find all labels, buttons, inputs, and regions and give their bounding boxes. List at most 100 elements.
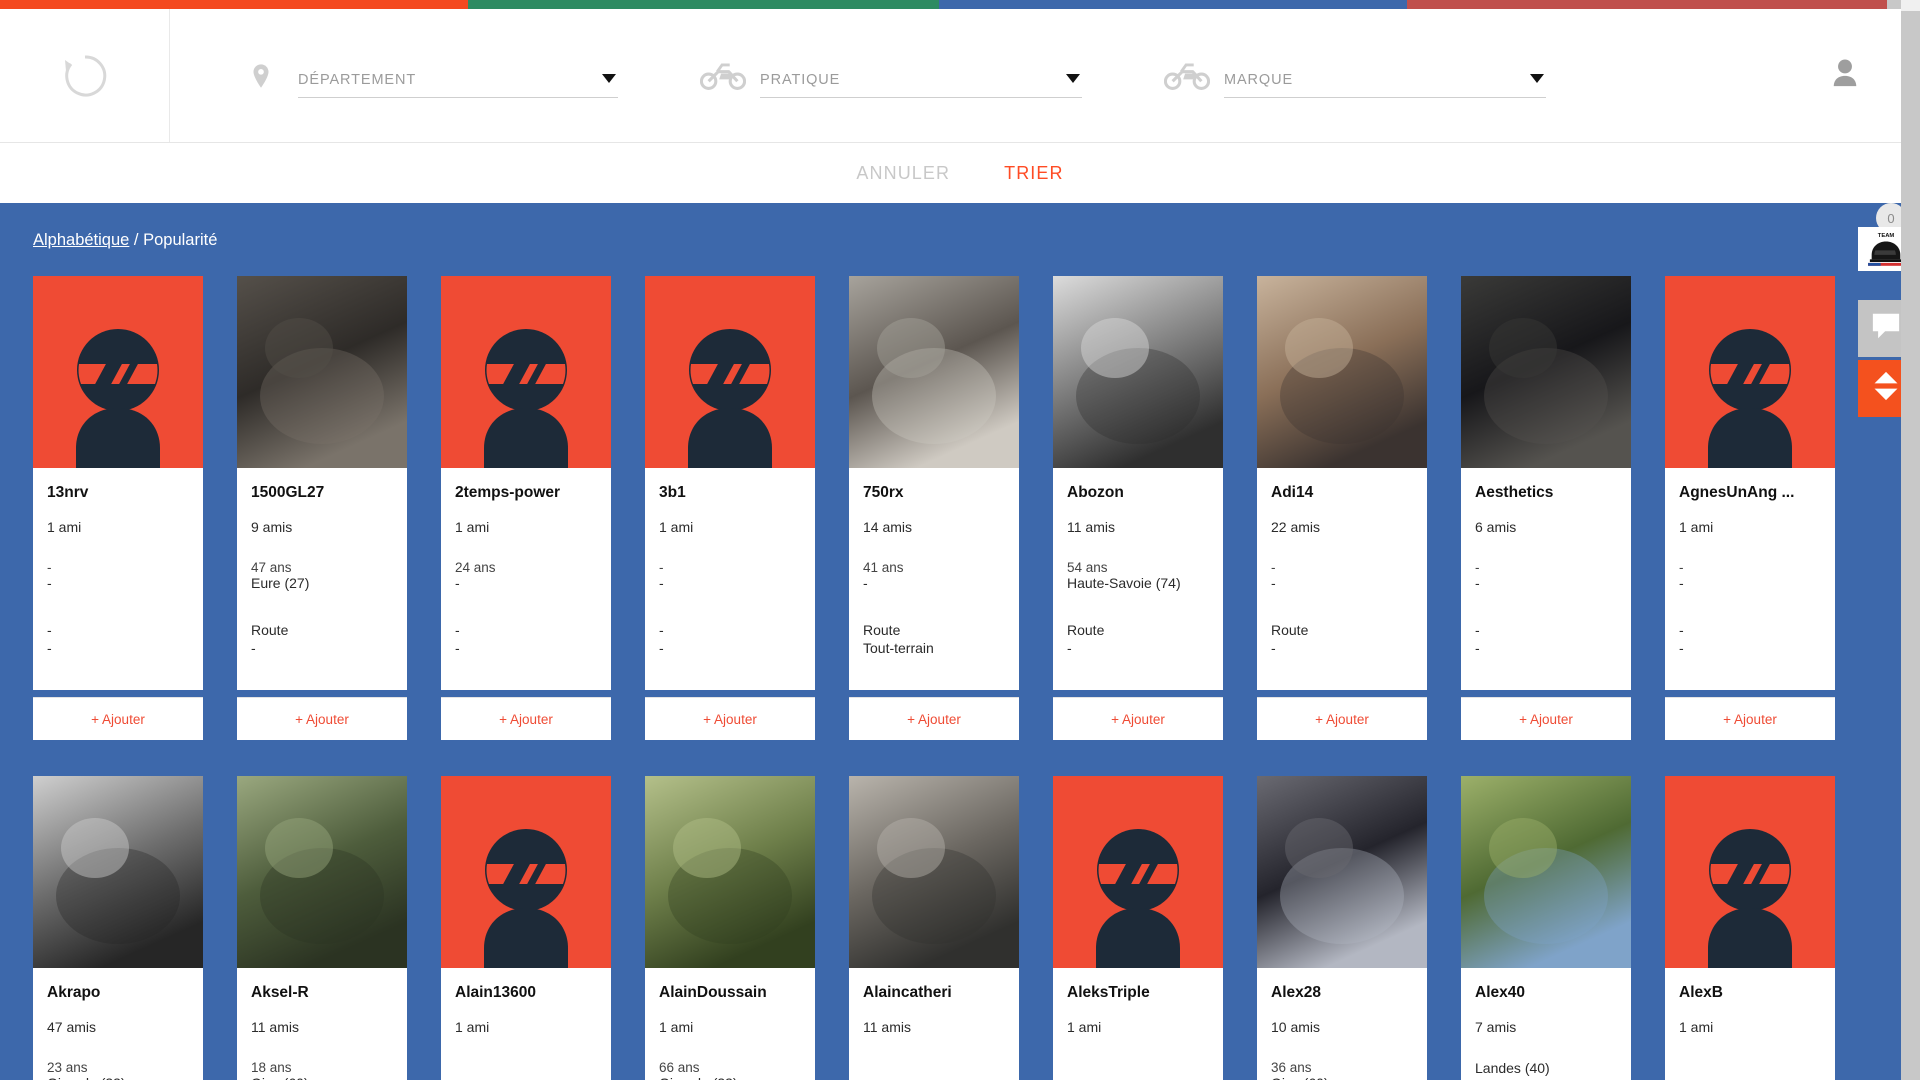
member-info: Akrapo 47 amis 23 ans Gironde (33) [33, 968, 203, 1080]
member-location-block: 47 ans Eure (27) [251, 560, 393, 622]
members-grid: 13nrv 1 ami - - - - + Ajouter 1500GL27 9… [0, 250, 1920, 1080]
member-location-block: 24 ans - [455, 560, 597, 622]
member-photo-helmet-monster [1257, 776, 1427, 968]
member-info: AlainDoussain 1 ami 66 ans Gironde (33) [645, 968, 815, 1080]
member-department: - [1679, 575, 1684, 591]
member-photo[interactable] [1257, 776, 1427, 968]
member-card[interactable]: AlexB 1 ami + Ajouter [1665, 776, 1835, 1080]
member-location-block: 18 ans Oise (60) [251, 1060, 393, 1080]
page-scrollbar-thumb[interactable] [1901, 0, 1920, 11]
member-location-block: - - [1271, 560, 1413, 622]
chevron-down-icon [602, 73, 616, 83]
member-photo[interactable] [441, 776, 611, 968]
member-photo[interactable] [1257, 276, 1427, 468]
add-friend-button[interactable]: + Ajouter [295, 712, 349, 727]
member-card[interactable]: AgnesUnAng ... 1 ami - - - - + Ajouter [1665, 276, 1835, 740]
member-practice-secondary: - [455, 639, 460, 656]
member-photo[interactable] [645, 776, 815, 968]
member-practice-secondary: Tout-terrain [863, 639, 934, 656]
marque-select[interactable]: MARQUE [1224, 64, 1546, 98]
member-info: 1500GL27 9 amis 47 ans Eure (27) Route - [237, 468, 407, 690]
member-age: - [47, 560, 52, 575]
add-friend-button[interactable]: + Ajouter [1111, 712, 1165, 727]
member-card[interactable]: Aesthetics 6 amis - - - - + Ajouter [1461, 276, 1631, 740]
add-friend-button[interactable]: + Ajouter [499, 712, 553, 727]
default-avatar-icon [1096, 829, 1180, 968]
member-card[interactable]: Aksel-R 11 amis 18 ans Oise (60) + Ajout… [237, 776, 407, 1080]
member-card[interactable]: 750rx 14 amis 41 ans - Route Tout-terrai… [849, 276, 1019, 740]
account-button[interactable] [1770, 9, 1920, 142]
member-friend-count: 1 ami [455, 1019, 490, 1035]
member-photo[interactable] [1665, 276, 1835, 468]
member-photo[interactable] [1461, 776, 1631, 968]
member-card[interactable]: 3b1 1 ami - - - - + Ajouter [645, 276, 815, 740]
member-age: 36 ans [1271, 1060, 1312, 1075]
member-location-block: Landes (40) [1475, 1060, 1617, 1080]
member-photo[interactable] [645, 276, 815, 468]
member-card-footer: + Ajouter [1053, 697, 1223, 740]
member-photo[interactable] [1665, 776, 1835, 968]
add-friend-button[interactable]: + Ajouter [703, 712, 757, 727]
member-info: 750rx 14 amis 41 ans - Route Tout-terrai… [849, 468, 1019, 690]
member-card[interactable]: Alex28 10 amis 36 ans Oise (60) + Ajoute… [1257, 776, 1427, 1080]
member-location-block: 36 ans Oise (60) [1271, 1060, 1413, 1080]
filter-bar: DÉPARTEMENT PRATIQUE MARQUE [170, 9, 1770, 142]
member-card[interactable]: Abozon 11 amis 54 ans Haute-Savoie (74) … [1053, 276, 1223, 740]
add-friend-button[interactable]: + Ajouter [907, 712, 961, 727]
logo-cell[interactable] [0, 9, 170, 142]
member-name: Adi14 [1271, 484, 1314, 501]
member-card[interactable]: Alaincatheri 11 amis + Ajouter [849, 776, 1019, 1080]
member-name: 3b1 [659, 484, 686, 501]
member-photo[interactable] [237, 276, 407, 468]
member-age: 24 ans [455, 560, 496, 575]
member-location-block: 66 ans Gironde (33) [659, 1060, 801, 1080]
member-photo[interactable] [1053, 776, 1223, 968]
member-photo[interactable] [849, 276, 1019, 468]
member-card[interactable]: AlainDoussain 1 ami 66 ans Gironde (33) … [645, 776, 815, 1080]
filter-pratique[interactable]: PRATIQUE [700, 54, 1082, 98]
member-photo[interactable] [33, 776, 203, 968]
member-photo[interactable] [1053, 276, 1223, 468]
member-card-footer: + Ajouter [849, 697, 1019, 740]
cancel-button[interactable]: ANNULER [856, 163, 950, 184]
pratique-select[interactable]: PRATIQUE [760, 64, 1082, 98]
member-department: - [47, 575, 52, 591]
sort-alphabetique-link[interactable]: Alphabétique [33, 231, 129, 249]
member-department: Haute-Savoie (74) [1067, 575, 1181, 591]
member-age: 47 ans [251, 560, 292, 575]
departement-select[interactable]: DÉPARTEMENT [298, 64, 618, 98]
member-card[interactable]: 13nrv 1 ami - - - - + Ajouter [33, 276, 203, 740]
filter-departement[interactable]: DÉPARTEMENT [238, 54, 618, 98]
member-card[interactable]: 1500GL27 9 amis 47 ans Eure (27) Route -… [237, 276, 407, 740]
member-card[interactable]: Akrapo 47 amis 23 ans Gironde (33) + Ajo… [33, 776, 203, 1080]
add-friend-button[interactable]: + Ajouter [91, 712, 145, 727]
member-card[interactable]: AleksTriple 1 ami + Ajouter [1053, 776, 1223, 1080]
page-scrollbar[interactable] [1901, 0, 1920, 1080]
member-card[interactable]: Alain13600 1 ami + Ajouter [441, 776, 611, 1080]
member-photo[interactable] [33, 276, 203, 468]
member-photo[interactable] [237, 776, 407, 968]
member-card[interactable]: 2temps-power 1 ami 24 ans - - - + Ajoute… [441, 276, 611, 740]
members-content: Alphabétique / Popularité 13nrv 1 ami - … [0, 203, 1920, 1080]
sort-button[interactable]: TRIER [1004, 163, 1064, 184]
member-location-block: 41 ans - [863, 560, 1005, 622]
member-card[interactable]: Alex40 7 amis Landes (40) + Ajouter [1461, 776, 1631, 1080]
member-photo[interactable] [441, 276, 611, 468]
member-info: Abozon 11 amis 54 ans Haute-Savoie (74) … [1053, 468, 1223, 690]
member-name: AleksTriple [1067, 984, 1150, 1001]
add-friend-button[interactable]: + Ajouter [1315, 712, 1369, 727]
member-practice-primary: - [455, 622, 460, 638]
add-friend-button[interactable]: + Ajouter [1519, 712, 1573, 727]
filter-marque[interactable]: MARQUE [1164, 54, 1546, 98]
member-department: - [1475, 575, 1480, 591]
member-photo[interactable] [849, 776, 1019, 968]
add-friend-button[interactable]: + Ajouter [1723, 712, 1777, 727]
member-info: Alain13600 1 ami [441, 968, 611, 1080]
member-photo[interactable] [1461, 276, 1631, 468]
member-practice-primary: Route [863, 622, 901, 638]
member-name: Alain13600 [455, 984, 536, 1001]
sort-popularite-link[interactable]: Popularité [143, 231, 217, 249]
member-card[interactable]: Adi14 22 amis - - Route - + Ajouter [1257, 276, 1427, 740]
member-practice-primary: - [1475, 622, 1480, 638]
sort-separator: / [129, 231, 144, 249]
